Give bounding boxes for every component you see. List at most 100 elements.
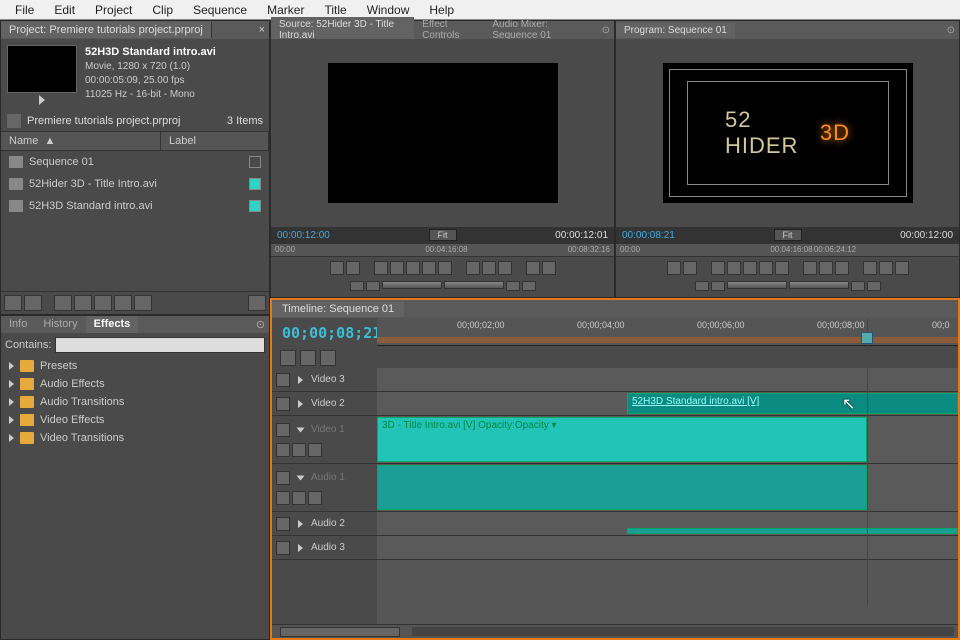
label-swatch[interactable]: [249, 156, 261, 168]
track-header-a3[interactable]: Audio 3: [272, 536, 377, 560]
panel-menu-icon[interactable]: ⊙: [943, 23, 959, 38]
chevron-down-icon[interactable]: [297, 475, 305, 480]
effects-folder[interactable]: Video Transitions: [1, 429, 269, 447]
col-name[interactable]: Name ▲: [1, 132, 161, 150]
marker-button[interactable]: [695, 281, 709, 291]
source-viewer[interactable]: [328, 63, 558, 203]
tool-button[interactable]: [320, 350, 336, 366]
timeline-tab[interactable]: Timeline: Sequence 01: [272, 301, 404, 317]
lane-v3[interactable]: [377, 368, 958, 392]
track-option-button[interactable]: [292, 491, 306, 505]
timeline-ruler[interactable]: 00;00;02;00 00;00;04;00 00;00;06;00 00;0…: [377, 318, 958, 346]
source-ruler[interactable]: 00:00 00:04:16:08 00:08:32:16: [271, 243, 614, 257]
menu-marker[interactable]: Marker: [257, 1, 314, 19]
find-button[interactable]: [74, 295, 92, 311]
tab-effects[interactable]: Effects: [86, 316, 139, 333]
program-viewer[interactable]: 52 HIDER 3D: [663, 63, 913, 203]
menu-title[interactable]: Title: [314, 1, 356, 19]
menu-sequence[interactable]: Sequence: [183, 1, 257, 19]
snap-button[interactable]: [280, 350, 296, 366]
program-tab[interactable]: Program: Sequence 01: [616, 23, 735, 38]
goto-in-button[interactable]: [711, 261, 725, 275]
next-marker-button[interactable]: [506, 281, 520, 291]
prev-edit-button[interactable]: [711, 281, 725, 291]
lane-a1[interactable]: [377, 464, 958, 512]
safe-margins-button[interactable]: [819, 261, 833, 275]
marker-button[interactable]: [300, 350, 316, 366]
menu-help[interactable]: Help: [419, 1, 464, 19]
effects-folder[interactable]: Video Effects: [1, 411, 269, 429]
new-item-button[interactable]: [114, 295, 132, 311]
track-header-a2[interactable]: Audio 2: [272, 512, 377, 536]
panel-menu-icon[interactable]: ⊙: [598, 23, 614, 38]
jog-slider[interactable]: [382, 281, 442, 289]
label-swatch[interactable]: [249, 178, 261, 190]
new-bin-button[interactable]: [94, 295, 112, 311]
safe-margins-button[interactable]: [482, 261, 496, 275]
set-in-button[interactable]: [667, 261, 681, 275]
project-tab[interactable]: Project: Premiere tutorials project.prpr…: [1, 22, 212, 38]
playhead-icon[interactable]: [861, 332, 873, 344]
chevron-down-icon[interactable]: [297, 427, 305, 432]
goto-out-button[interactable]: [775, 261, 789, 275]
source-zoom-dropdown[interactable]: Fit: [429, 229, 457, 241]
set-out-button[interactable]: [346, 261, 360, 275]
delete-button[interactable]: [134, 295, 152, 311]
eye-icon[interactable]: [276, 423, 290, 437]
set-in-button[interactable]: [330, 261, 344, 275]
panel-menu-icon[interactable]: ⊙: [252, 316, 269, 333]
chevron-right-icon[interactable]: [298, 376, 303, 384]
toggle-take-button[interactable]: [522, 281, 536, 291]
bin-item[interactable]: 52Hider 3D - Title Intro.avi: [1, 173, 269, 195]
clip-a2[interactable]: [627, 528, 958, 534]
chevron-right-icon[interactable]: [298, 400, 303, 408]
clip-v2[interactable]: 52H3D Standard intro.avi [V]: [627, 393, 958, 414]
zoom-slider[interactable]: [280, 627, 400, 637]
overlay-button[interactable]: [542, 261, 556, 275]
goto-in-button[interactable]: [374, 261, 388, 275]
play-preview-icon[interactable]: [39, 95, 45, 105]
play-button[interactable]: [406, 261, 420, 275]
effects-search-input[interactable]: [55, 337, 265, 353]
menu-project[interactable]: Project: [85, 1, 142, 19]
tab-history[interactable]: History: [35, 316, 85, 333]
bin-item[interactable]: 52H3D Standard intro.avi: [1, 195, 269, 217]
track-option-button[interactable]: [308, 491, 322, 505]
extract-button[interactable]: [879, 261, 893, 275]
speaker-icon[interactable]: [276, 517, 290, 531]
chevron-right-icon[interactable]: [298, 544, 303, 552]
next-edit-button[interactable]: [851, 281, 865, 291]
menu-window[interactable]: Window: [357, 1, 420, 19]
source-timecode-in[interactable]: 00:00:12:00: [277, 230, 330, 241]
lane-v2[interactable]: 52H3D Standard intro.avi [V] ↖: [377, 392, 958, 416]
loop-button[interactable]: [466, 261, 480, 275]
effects-folder[interactable]: Audio Effects: [1, 375, 269, 393]
col-label[interactable]: Label: [161, 132, 269, 150]
program-ruler[interactable]: 00:00 00:04:16:08 00:06:24:12: [616, 243, 959, 257]
lane-v1[interactable]: 3D - Title Intro.avi [V] Opacity:Opacity…: [377, 416, 958, 464]
menu-file[interactable]: File: [5, 1, 44, 19]
jog-slider[interactable]: [727, 281, 787, 289]
shuttle-slider[interactable]: [789, 281, 849, 289]
marker-button[interactable]: [350, 281, 364, 291]
effects-folder[interactable]: Presets: [1, 357, 269, 375]
icon-view-button[interactable]: [24, 295, 42, 311]
timeline-scrollbar[interactable]: [272, 624, 958, 638]
panel-menu-icon[interactable]: ×: [255, 24, 269, 36]
track-option-button[interactable]: [308, 443, 322, 457]
clip-a1[interactable]: [377, 465, 867, 510]
clip-v1[interactable]: 3D - Title Intro.avi [V] Opacity:Opacity…: [377, 417, 867, 462]
lane-a3[interactable]: [377, 536, 958, 560]
chevron-right-icon[interactable]: [298, 520, 303, 528]
track-option-button[interactable]: [276, 491, 290, 505]
menu-edit[interactable]: Edit: [44, 1, 85, 19]
speaker-icon[interactable]: [276, 541, 290, 555]
lane-a2[interactable]: [377, 512, 958, 536]
label-swatch[interactable]: [249, 200, 261, 212]
goto-out-button[interactable]: [438, 261, 452, 275]
set-out-button[interactable]: [683, 261, 697, 275]
play-icon[interactable]: [248, 295, 266, 311]
tab-info[interactable]: Info: [1, 316, 35, 333]
track-option-button[interactable]: [276, 443, 290, 457]
step-fwd-button[interactable]: [759, 261, 773, 275]
